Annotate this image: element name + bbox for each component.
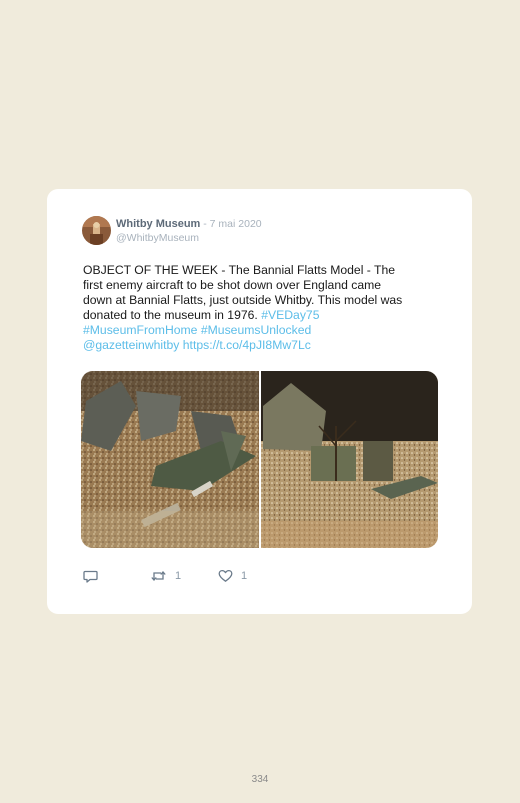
hashtag-link-vedday75[interactable]: #VEDay75 bbox=[261, 308, 319, 322]
tweet-text-line: first enemy aircraft to be shot down ove… bbox=[83, 278, 382, 292]
tweet-media bbox=[81, 371, 438, 548]
hashtag-link-museumsunlocked[interactable]: #MuseumsUnlocked bbox=[201, 323, 311, 337]
tweet-text-fragment: donated to the museum in 1976. bbox=[83, 308, 262, 322]
author-name-line: Whitby Museum - 7 mai 2020 bbox=[116, 218, 262, 230]
media-photo-aircraft-model[interactable] bbox=[81, 371, 259, 548]
tweet-actions: 1 1 bbox=[83, 569, 283, 585]
mention-link[interactable]: @gazetteinwhitby bbox=[83, 338, 179, 352]
tweet-text: OBJECT OF THE WEEK - The Bannial Flatts … bbox=[83, 263, 443, 353]
page-number: 334 bbox=[251, 774, 269, 785]
url-link[interactable]: https://t.co/4pJI8Mw7Lc bbox=[183, 338, 311, 352]
reply-button[interactable] bbox=[83, 569, 98, 583]
tweet-date[interactable]: - 7 mai 2020 bbox=[200, 218, 261, 230]
hashtag-line: #MuseumFromHome #MuseumsUnlocked bbox=[83, 323, 443, 338]
avatar[interactable] bbox=[82, 216, 111, 245]
hashtag-link-museumfromhome[interactable]: #MuseumFromHome bbox=[83, 323, 197, 337]
author-handle[interactable]: @WhitbyMuseum bbox=[116, 232, 199, 244]
tweet-text-line: down at Bannial Flatts, just outside Whi… bbox=[83, 293, 403, 307]
heart-icon bbox=[218, 569, 233, 583]
reply-icon bbox=[83, 569, 98, 583]
tweet-text-line: OBJECT OF THE WEEK - The Bannial Flatts … bbox=[83, 263, 396, 277]
like-count: 1 bbox=[241, 570, 248, 582]
tweet-text-line-with-hashtag: donated to the museum in 1976. #VEDay75 bbox=[83, 308, 443, 323]
tweet-card: Whitby Museum - 7 mai 2020 @WhitbyMuseum… bbox=[47, 189, 472, 614]
mention-line: @gazetteinwhitby https://t.co/4pJI8Mw7Lc bbox=[83, 338, 443, 353]
like-button[interactable]: 1 bbox=[218, 569, 247, 583]
retweet-count: 1 bbox=[175, 570, 182, 582]
retweet-icon bbox=[150, 569, 167, 583]
retweet-button[interactable]: 1 bbox=[150, 569, 181, 583]
media-photo-diorama[interactable] bbox=[261, 371, 438, 548]
author-name[interactable]: Whitby Museum bbox=[116, 218, 200, 230]
